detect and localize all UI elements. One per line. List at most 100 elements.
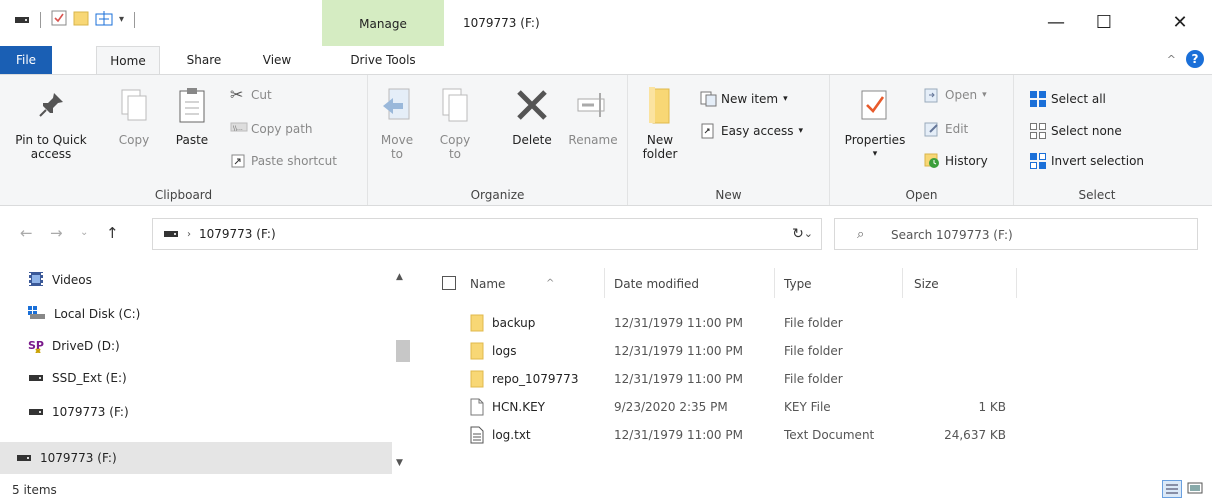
nav-item-videos[interactable]: Videos bbox=[0, 264, 392, 296]
table-row[interactable]: repo_1079773 12/31/1979 11:00 PM File fo… bbox=[436, 368, 1036, 392]
edit-button[interactable]: Edit bbox=[924, 121, 968, 137]
nav-item-ssd-ext-e[interactable]: SSD_Ext (E:) bbox=[0, 362, 392, 394]
properties-label: Properties bbox=[844, 133, 906, 147]
select-none-label: Select none bbox=[1051, 124, 1122, 138]
drive-icon[interactable] bbox=[14, 13, 30, 27]
nav-item-label: DriveD (D:) bbox=[52, 339, 120, 353]
ribbon: Pin to Quick access Copy Paste ✂ Cut \\.… bbox=[0, 74, 1212, 206]
tab-view[interactable]: View bbox=[252, 46, 302, 74]
select-all-button[interactable]: Select all bbox=[1030, 91, 1106, 107]
copy-to-button[interactable]: Copy to bbox=[434, 83, 476, 161]
qat-dropdown-icon[interactable]: ▾ bbox=[119, 14, 124, 25]
minimize-button[interactable]: — bbox=[1036, 8, 1076, 36]
folder-icon bbox=[470, 370, 484, 391]
open-button[interactable]: Open ▾ bbox=[924, 87, 987, 103]
copy-path-button[interactable]: \\... Copy path bbox=[230, 121, 313, 137]
nav-item-1079773-f[interactable]: 1079773 (F:) bbox=[0, 396, 392, 428]
properties-icon[interactable] bbox=[51, 10, 67, 29]
edit-icon bbox=[924, 121, 940, 137]
history-button[interactable]: History bbox=[924, 153, 988, 169]
manage-context-tab[interactable]: Manage bbox=[322, 0, 444, 46]
paste-shortcut-button[interactable]: Paste shortcut bbox=[230, 153, 337, 169]
paste-button[interactable]: Paste bbox=[170, 83, 214, 147]
clipboard-group: Pin to Quick access Copy Paste ✂ Cut \\.… bbox=[0, 75, 368, 205]
video-icon bbox=[28, 271, 44, 290]
invert-selection-button[interactable]: Invert selection bbox=[1030, 153, 1144, 169]
nav-item-local-disk-c[interactable]: Local Disk (C:) bbox=[0, 298, 392, 330]
column-header-type[interactable]: Type bbox=[784, 270, 902, 298]
file-type: File folder bbox=[784, 316, 843, 330]
rename-button[interactable]: Rename bbox=[564, 83, 622, 147]
delete-button[interactable]: Delete bbox=[504, 83, 560, 147]
maximize-button[interactable]: ☐ bbox=[1084, 8, 1124, 36]
move-to-button[interactable]: Move to bbox=[376, 83, 418, 161]
ribbon-tabs: File Home Share View Drive Tools bbox=[0, 46, 1212, 74]
nav-item-label: 1079773 (F:) bbox=[52, 405, 129, 419]
new-item-button[interactable]: New item ▾ bbox=[700, 91, 788, 107]
column-separator[interactable] bbox=[604, 268, 605, 298]
tab-share[interactable]: Share bbox=[176, 46, 232, 74]
column-separator[interactable] bbox=[1016, 268, 1017, 298]
scroll-down-arrow-icon[interactable]: ▼ bbox=[396, 458, 403, 468]
svg-text:\\...: \\... bbox=[233, 125, 243, 132]
pin-label: Pin to Quick access bbox=[15, 133, 87, 161]
search-input[interactable] bbox=[891, 225, 1181, 245]
nav-item-1079773-f-root[interactable]: 1079773 (F:) bbox=[0, 442, 392, 474]
new-item-dropdown-icon: ▾ bbox=[783, 94, 788, 104]
easy-access-icon bbox=[700, 123, 716, 139]
column-header-name[interactable]: ^ Name bbox=[470, 270, 604, 298]
organize-group-label: Organize bbox=[470, 188, 525, 202]
cut-button[interactable]: ✂ Cut bbox=[230, 87, 272, 103]
delete-label: Delete bbox=[512, 133, 552, 147]
scroll-up-arrow-icon[interactable]: ▲ bbox=[396, 272, 403, 282]
copy-label: Copy bbox=[118, 133, 150, 147]
table-row[interactable]: log.txt 12/31/1979 11:00 PM Text Documen… bbox=[436, 424, 1036, 448]
properties-button[interactable]: Properties ▾ bbox=[842, 83, 908, 161]
refresh-icon[interactable]: ↻ bbox=[776, 220, 820, 248]
new-folder-icon[interactable] bbox=[73, 10, 89, 29]
table-row[interactable]: backup 12/31/1979 11:00 PM File folder bbox=[436, 312, 1036, 336]
forward-arrow-icon[interactable]: → bbox=[50, 224, 63, 242]
details-view-icon[interactable] bbox=[1162, 480, 1182, 498]
tab-file[interactable]: File bbox=[0, 46, 52, 74]
rename-icon[interactable] bbox=[95, 10, 113, 29]
nav-scrollbar[interactable]: ▲ ▼ bbox=[392, 262, 414, 476]
address-bar[interactable]: › 1079773 (F:) ⌄ bbox=[152, 218, 822, 250]
nav-item-label: SSD_Ext (E:) bbox=[52, 371, 127, 385]
tab-drive-tools[interactable]: Drive Tools bbox=[322, 46, 444, 74]
tab-home[interactable]: Home bbox=[96, 46, 160, 74]
select-all-checkbox[interactable] bbox=[442, 276, 456, 290]
drive-icon bbox=[28, 371, 44, 385]
breadcrumb-separator-icon[interactable]: › bbox=[187, 229, 191, 240]
collapse-ribbon-icon[interactable]: ^ bbox=[1167, 53, 1176, 66]
scroll-thumb[interactable] bbox=[396, 340, 410, 362]
help-icon[interactable]: ? bbox=[1186, 50, 1204, 68]
up-arrow-icon[interactable]: ↑ bbox=[106, 224, 119, 242]
copy-path-label: Copy path bbox=[251, 122, 313, 136]
nav-item-label: Local Disk (C:) bbox=[54, 307, 141, 321]
select-none-button[interactable]: Select none bbox=[1030, 123, 1122, 139]
nav-item-drived-d[interactable]: SP DriveD (D:) bbox=[0, 330, 392, 362]
column-separator[interactable] bbox=[774, 268, 775, 298]
table-row[interactable]: logs 12/31/1979 11:00 PM File folder bbox=[436, 340, 1036, 364]
column-header-date[interactable]: Date modified bbox=[614, 270, 774, 298]
search-box[interactable]: ⌕ bbox=[834, 218, 1198, 250]
sd-drive-icon: SP bbox=[28, 337, 44, 356]
large-icons-view-icon[interactable] bbox=[1186, 480, 1206, 498]
breadcrumb-item-drive[interactable]: 1079773 (F:) bbox=[199, 227, 276, 241]
help-area: ^ ? bbox=[1167, 50, 1204, 68]
back-arrow-icon[interactable]: ← bbox=[20, 224, 33, 242]
column-header-size[interactable]: Size bbox=[914, 270, 1016, 298]
file-size: 1 KB bbox=[978, 400, 1006, 414]
column-separator[interactable] bbox=[902, 268, 903, 298]
open-dropdown-icon: ▾ bbox=[982, 90, 987, 100]
recent-locations-chevron-icon[interactable]: ⌄ bbox=[80, 227, 88, 238]
new-folder-button[interactable]: New folder bbox=[638, 83, 682, 161]
table-row[interactable]: HCN.KEY 9/23/2020 2:35 PM KEY File 1 KB bbox=[436, 396, 1036, 420]
invert-selection-icon bbox=[1030, 153, 1046, 169]
pin-to-quick-access-button[interactable]: Pin to Quick access bbox=[14, 83, 88, 161]
easy-access-button[interactable]: Easy access ▾ bbox=[700, 123, 803, 139]
properties-dropdown-icon: ▾ bbox=[872, 149, 878, 159]
close-button[interactable]: ✕ bbox=[1160, 8, 1200, 36]
copy-button[interactable]: Copy bbox=[114, 83, 154, 147]
